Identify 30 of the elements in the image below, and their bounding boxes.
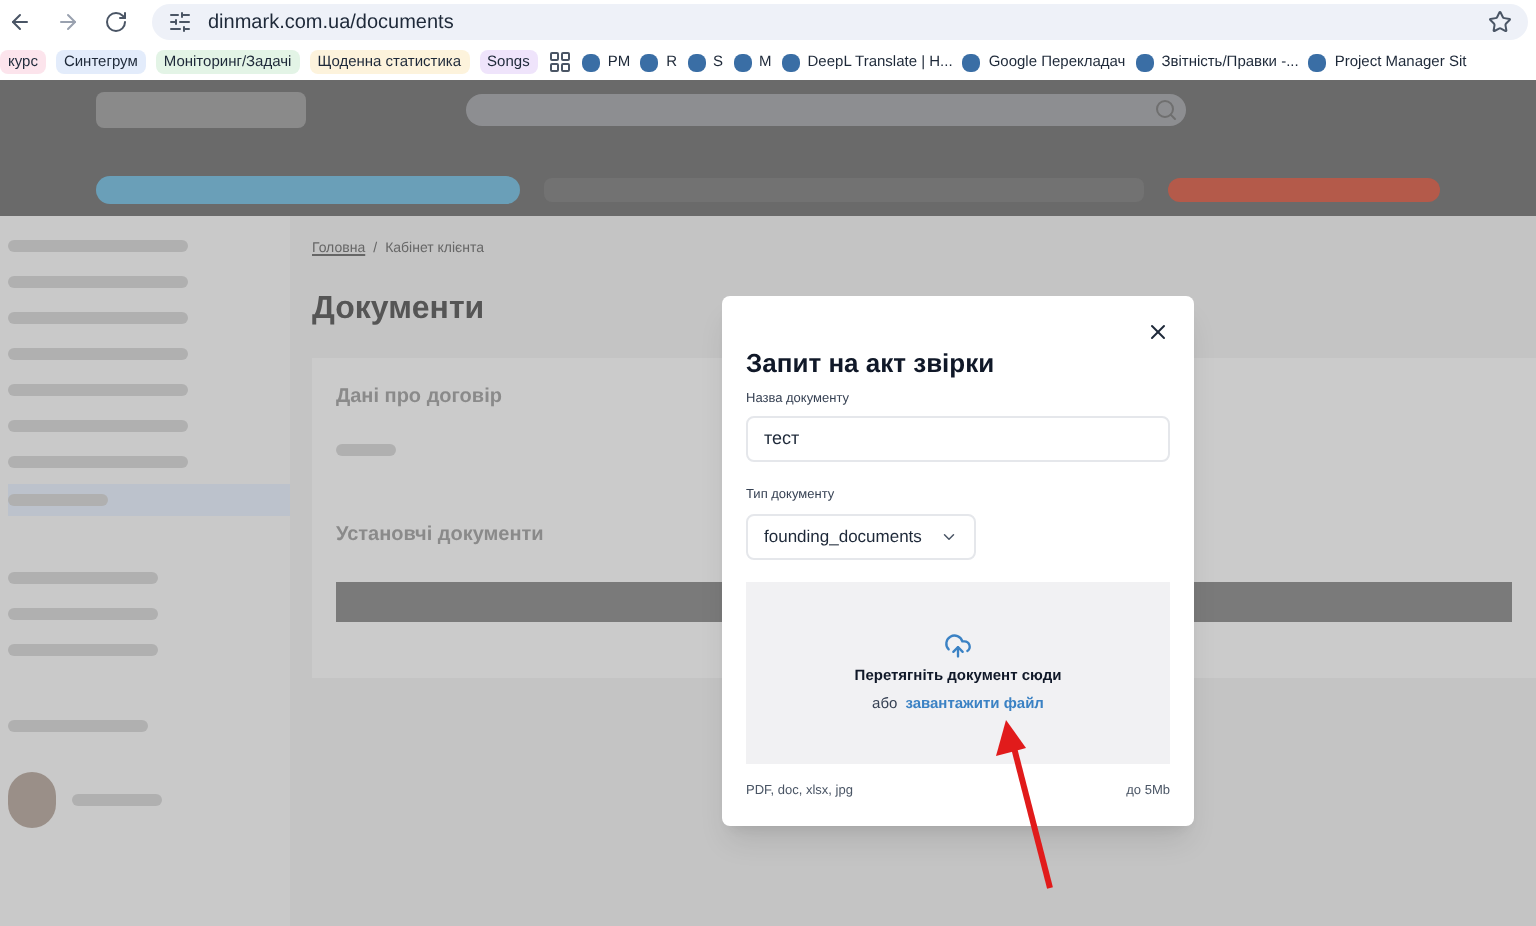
blurred-line [72, 794, 162, 806]
blurred-line [336, 443, 396, 455]
site-favicon-icon [581, 53, 600, 71]
blurred-line [8, 494, 108, 506]
reload-icon[interactable] [104, 10, 128, 34]
site-favicon-icon [640, 53, 659, 71]
forward-icon[interactable] [56, 10, 80, 34]
close-icon[interactable] [1146, 320, 1170, 344]
site-favicon-icon [781, 53, 800, 71]
page-title: Документи [312, 289, 485, 329]
site-favicon-icon [962, 53, 981, 71]
site-settings-icon[interactable] [168, 10, 192, 34]
section-heading: Дані про договір [336, 383, 502, 411]
blurred-line [8, 720, 148, 732]
avatar-placeholder [8, 772, 56, 828]
url-text: dinmark.com.ua/documents [208, 9, 454, 37]
bookmark-star-icon[interactable] [1488, 10, 1512, 34]
chevron-down-icon [940, 528, 958, 546]
site-favicon-icon [687, 53, 705, 71]
address-bar[interactable]: dinmark.com.ua/documents [152, 4, 1528, 40]
type-select[interactable]: founding_documents [746, 514, 976, 560]
back-icon[interactable] [8, 10, 32, 34]
site-favicon-icon [1135, 53, 1154, 71]
site-favicon-icon [1308, 53, 1327, 71]
site-favicon-icon [733, 53, 752, 71]
section-heading: Установчі документи [336, 521, 544, 549]
name-input[interactable]: тест [746, 416, 1170, 463]
upload-cloud-icon [944, 632, 972, 661]
apps-grid-icon[interactable] [547, 50, 572, 74]
modal-title: Запит на акт звірки [746, 346, 997, 382]
